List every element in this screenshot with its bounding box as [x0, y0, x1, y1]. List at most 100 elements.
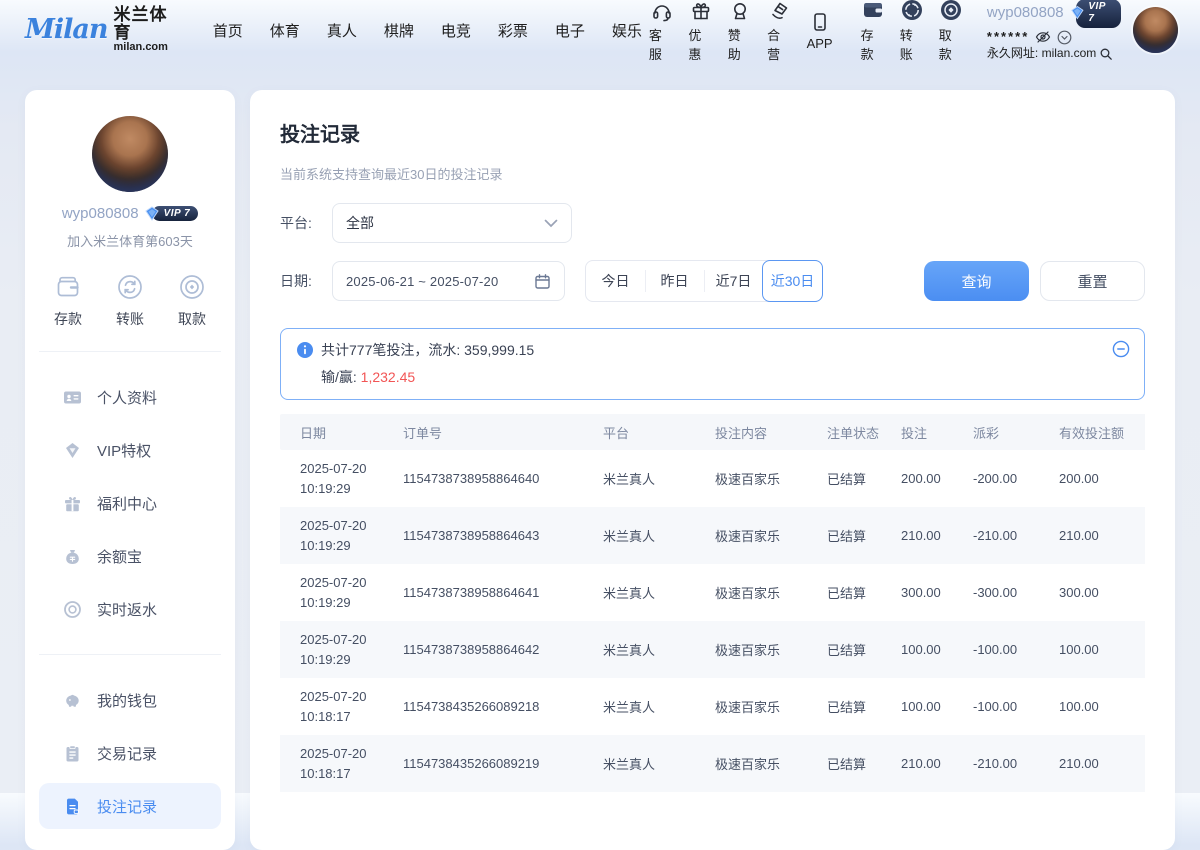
piggy-icon — [63, 691, 82, 710]
nav-item-live[interactable]: 真人 — [327, 20, 357, 41]
transfer-icon — [900, 0, 924, 22]
sponsor-link[interactable]: 赞助 — [728, 0, 753, 63]
sidebar-item-transactions[interactable]: 交易记录 — [39, 730, 221, 776]
range-today-button[interactable]: 今日 — [586, 261, 645, 301]
moneybag-icon — [63, 547, 82, 566]
range-30days-button[interactable]: 近30日 — [762, 260, 823, 302]
sidebar-avatar[interactable] — [92, 116, 168, 192]
cell-content: 极速百家乐 — [707, 678, 819, 735]
col-order: 订单号 — [395, 414, 595, 450]
cell-order: 1154738435266089219 — [395, 735, 595, 792]
gem-icon — [63, 441, 82, 460]
range-7days-button[interactable]: 近7日 — [704, 261, 763, 301]
logo-cn-text: 米兰体育 — [114, 6, 183, 42]
sidebar-item-yuebao[interactable]: 余额宝 — [39, 533, 221, 579]
date-range-value: 2025-06-21 ~ 2025-07-20 — [346, 274, 498, 289]
chevron-circle-icon[interactable] — [1057, 30, 1072, 45]
handshake-icon — [769, 0, 791, 22]
sidebar-item-wallet[interactable]: 我的钱包 — [39, 677, 221, 723]
date-range-input[interactable]: 2025-06-21 ~ 2025-07-20 — [332, 261, 565, 301]
nav-item-esports[interactable]: 电竞 — [441, 20, 471, 41]
nav-item-slots[interactable]: 电子 — [555, 20, 585, 41]
sidebar-item-rebate[interactable]: 实时返水 — [39, 586, 221, 632]
cell-order: 1154738738958864641 — [395, 564, 595, 621]
cell-content: 极速百家乐 — [707, 450, 819, 507]
divider — [39, 654, 221, 655]
cell-content: 极速百家乐 — [707, 507, 819, 564]
cell-date: 2025-07-2010:19:29 — [280, 450, 395, 507]
nav-item-lottery[interactable]: 彩票 — [498, 20, 528, 41]
cell-content: 极速百家乐 — [707, 621, 819, 678]
collapse-summary-icon[interactable] — [1112, 340, 1130, 358]
sidebar-transfer-button[interactable]: 转账 — [115, 272, 145, 329]
cell-status: 已结算 — [819, 621, 893, 678]
cell-order: 1154738738958864642 — [395, 621, 595, 678]
site-logo[interactable]: Milan 米兰体育 milan.com — [25, 6, 183, 53]
app-link[interactable]: APP — [807, 9, 833, 51]
cell-status: 已结算 — [819, 507, 893, 564]
cell-valid: 210.00 — [1051, 735, 1145, 792]
cell-payout: -210.00 — [965, 735, 1051, 792]
promo-link[interactable]: 优惠 — [688, 0, 713, 63]
avatar[interactable] — [1133, 7, 1178, 53]
sidebar-deposit-button[interactable]: 存款 — [53, 272, 83, 329]
nav-item-entertainment[interactable]: 娱乐 — [612, 20, 642, 41]
summary-box: 共计777笔投注，流水: 359,999.15 输/赢: 1,232.45 — [280, 328, 1145, 400]
winloss-label: 输/赢: — [321, 369, 361, 385]
bet-table-body: 2025-07-2010:19:291154738738958864640米兰真… — [280, 450, 1145, 792]
cell-bet: 100.00 — [893, 678, 965, 735]
winloss-value: 1,232.45 — [361, 369, 416, 385]
sidebar-item-bet-records[interactable]: 投注记录 — [39, 783, 221, 829]
cell-platform: 米兰真人 — [595, 450, 707, 507]
reset-button[interactable]: 重置 — [1040, 261, 1145, 301]
cell-valid: 100.00 — [1051, 678, 1145, 735]
withdraw-link[interactable]: 取款 — [939, 0, 964, 63]
cell-order: 1154738435266089218 — [395, 678, 595, 735]
sidebar-item-label: 福利中心 — [97, 493, 157, 514]
nav-item-cards[interactable]: 棋牌 — [384, 20, 414, 41]
site-url-label: 永久网址: milan.com — [987, 46, 1096, 61]
service-label: 客服 — [649, 25, 674, 63]
logo-domain-text: milan.com — [114, 42, 183, 54]
sidebar-withdraw-button[interactable]: 取款 — [177, 272, 207, 329]
cell-platform: 米兰真人 — [595, 678, 707, 735]
table-row: 2025-07-2010:19:291154738738958864640米兰真… — [280, 450, 1145, 507]
nav-item-home[interactable]: 首页 — [213, 20, 243, 41]
id-card-icon — [63, 388, 82, 407]
cell-payout: -300.00 — [965, 564, 1051, 621]
platform-select[interactable]: 全部 — [332, 203, 572, 243]
sidebar-item-label: 投注记录 — [97, 796, 157, 817]
nav-item-sports[interactable]: 体育 — [270, 20, 300, 41]
sidebar-item-label: 交易记录 — [97, 743, 157, 764]
sidebar-item-vip[interactable]: VIP特权 — [39, 427, 221, 473]
withdraw-label: 取款 — [939, 25, 964, 63]
col-payout: 派彩 — [965, 414, 1051, 450]
date-label: 日期: — [280, 271, 332, 291]
cell-order: 1154738738958864643 — [395, 507, 595, 564]
cell-bet: 210.00 — [893, 507, 965, 564]
info-icon — [297, 342, 313, 358]
eye-off-icon[interactable] — [1035, 30, 1051, 44]
bet-records-panel: 投注记录 当前系统支持查询最近30日的投注记录 平台: 全部 日期: 2025-… — [250, 90, 1175, 850]
phone-icon — [809, 9, 831, 33]
wallet-links: 存款 转账 取款 — [854, 0, 971, 63]
sidebar-item-welfare[interactable]: 福利中心 — [39, 480, 221, 526]
magnifier-icon[interactable] — [1099, 47, 1113, 61]
range-yesterday-button[interactable]: 昨日 — [645, 261, 704, 301]
sidebar-item-profile[interactable]: 个人资料 — [39, 374, 221, 420]
withdraw-icon — [177, 272, 207, 302]
platform-filter-row: 平台: 全部 — [280, 203, 1145, 243]
cell-bet: 200.00 — [893, 450, 965, 507]
query-button[interactable]: 查询 — [924, 261, 1029, 301]
date-quick-ranges: 今日 昨日 近7日 近30日 — [585, 260, 823, 302]
partner-link[interactable]: 合营 — [767, 0, 792, 63]
withdraw-icon — [939, 0, 963, 22]
deposit-link[interactable]: 存款 — [861, 0, 886, 63]
service-link[interactable]: 客服 — [649, 0, 674, 63]
user-info: wyp080808 VIP 7 ****** 永久网址: milan.com — [987, 0, 1121, 61]
cell-valid: 200.00 — [1051, 450, 1145, 507]
transfer-link[interactable]: 转账 — [900, 0, 925, 63]
platform-label: 平台: — [280, 213, 332, 233]
clipboard-icon — [63, 744, 82, 763]
username: wyp080808 — [987, 4, 1064, 23]
